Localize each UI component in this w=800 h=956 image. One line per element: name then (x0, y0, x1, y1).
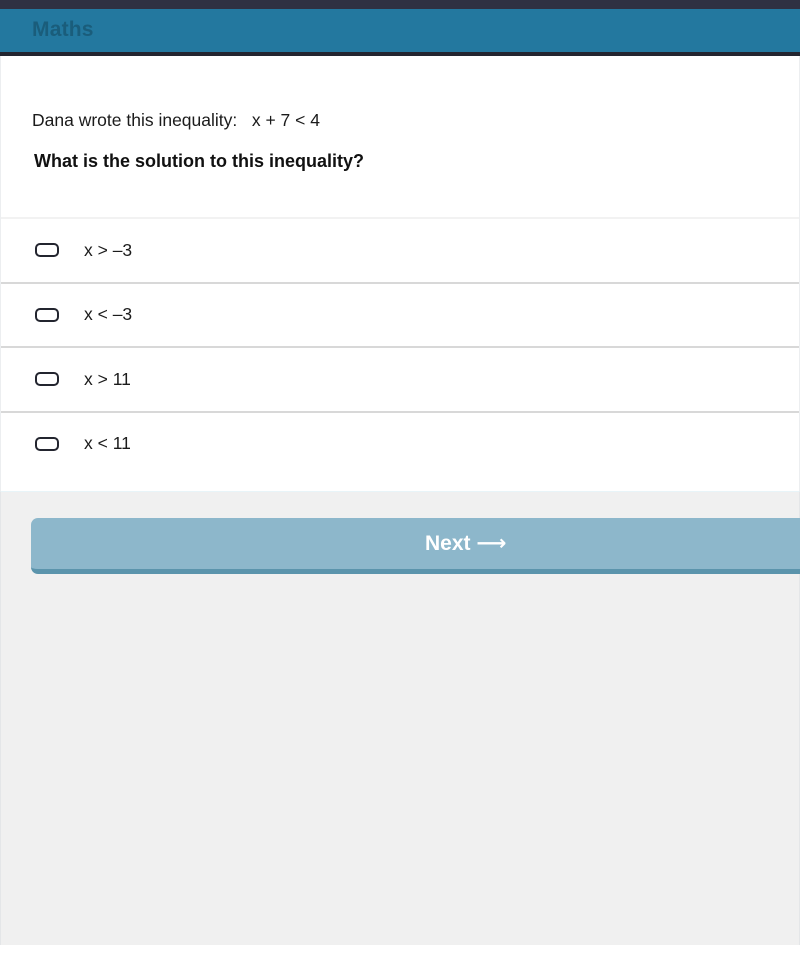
next-button[interactable]: Next ⟶ (31, 518, 800, 574)
checkbox-unchecked-icon[interactable] (35, 372, 59, 387)
answer-option-label: x < –3 (84, 304, 133, 325)
checkbox-unchecked-icon[interactable] (35, 307, 59, 322)
question-card: Dana wrote this inequality: x + 7 < 4 Wh… (0, 56, 800, 491)
answer-option-2[interactable]: x < –3 (1, 281, 799, 346)
answer-option-3[interactable]: x > 11 (1, 346, 799, 411)
answer-option-label: x > –3 (84, 239, 133, 260)
answer-option-label: x < 11 (84, 433, 131, 454)
checkbox-unchecked-icon[interactable] (35, 436, 59, 451)
answer-options-list: x > –3 x < –3 x > 11 x < 11 (1, 217, 799, 475)
bottom-white-strip (0, 945, 800, 956)
next-button-label: Next ⟶ (425, 532, 507, 555)
checkbox-unchecked-icon[interactable] (35, 243, 59, 258)
page-title: Maths (32, 18, 94, 41)
top-dark-strip (0, 0, 800, 9)
answer-option-label: x > 11 (84, 368, 131, 389)
question-stem: Dana wrote this inequality: x + 7 < 4 (32, 110, 320, 130)
answer-option-1[interactable]: x > –3 (1, 217, 799, 282)
app-header-bar: Maths (0, 9, 800, 52)
question-text-block: Dana wrote this inequality: x + 7 < 4 Wh… (1, 56, 799, 217)
answer-option-4[interactable]: x < 11 (1, 410, 799, 475)
question-prompt: What is the solution to this inequality? (34, 151, 364, 171)
footer-panel: Next ⟶ (0, 491, 800, 945)
